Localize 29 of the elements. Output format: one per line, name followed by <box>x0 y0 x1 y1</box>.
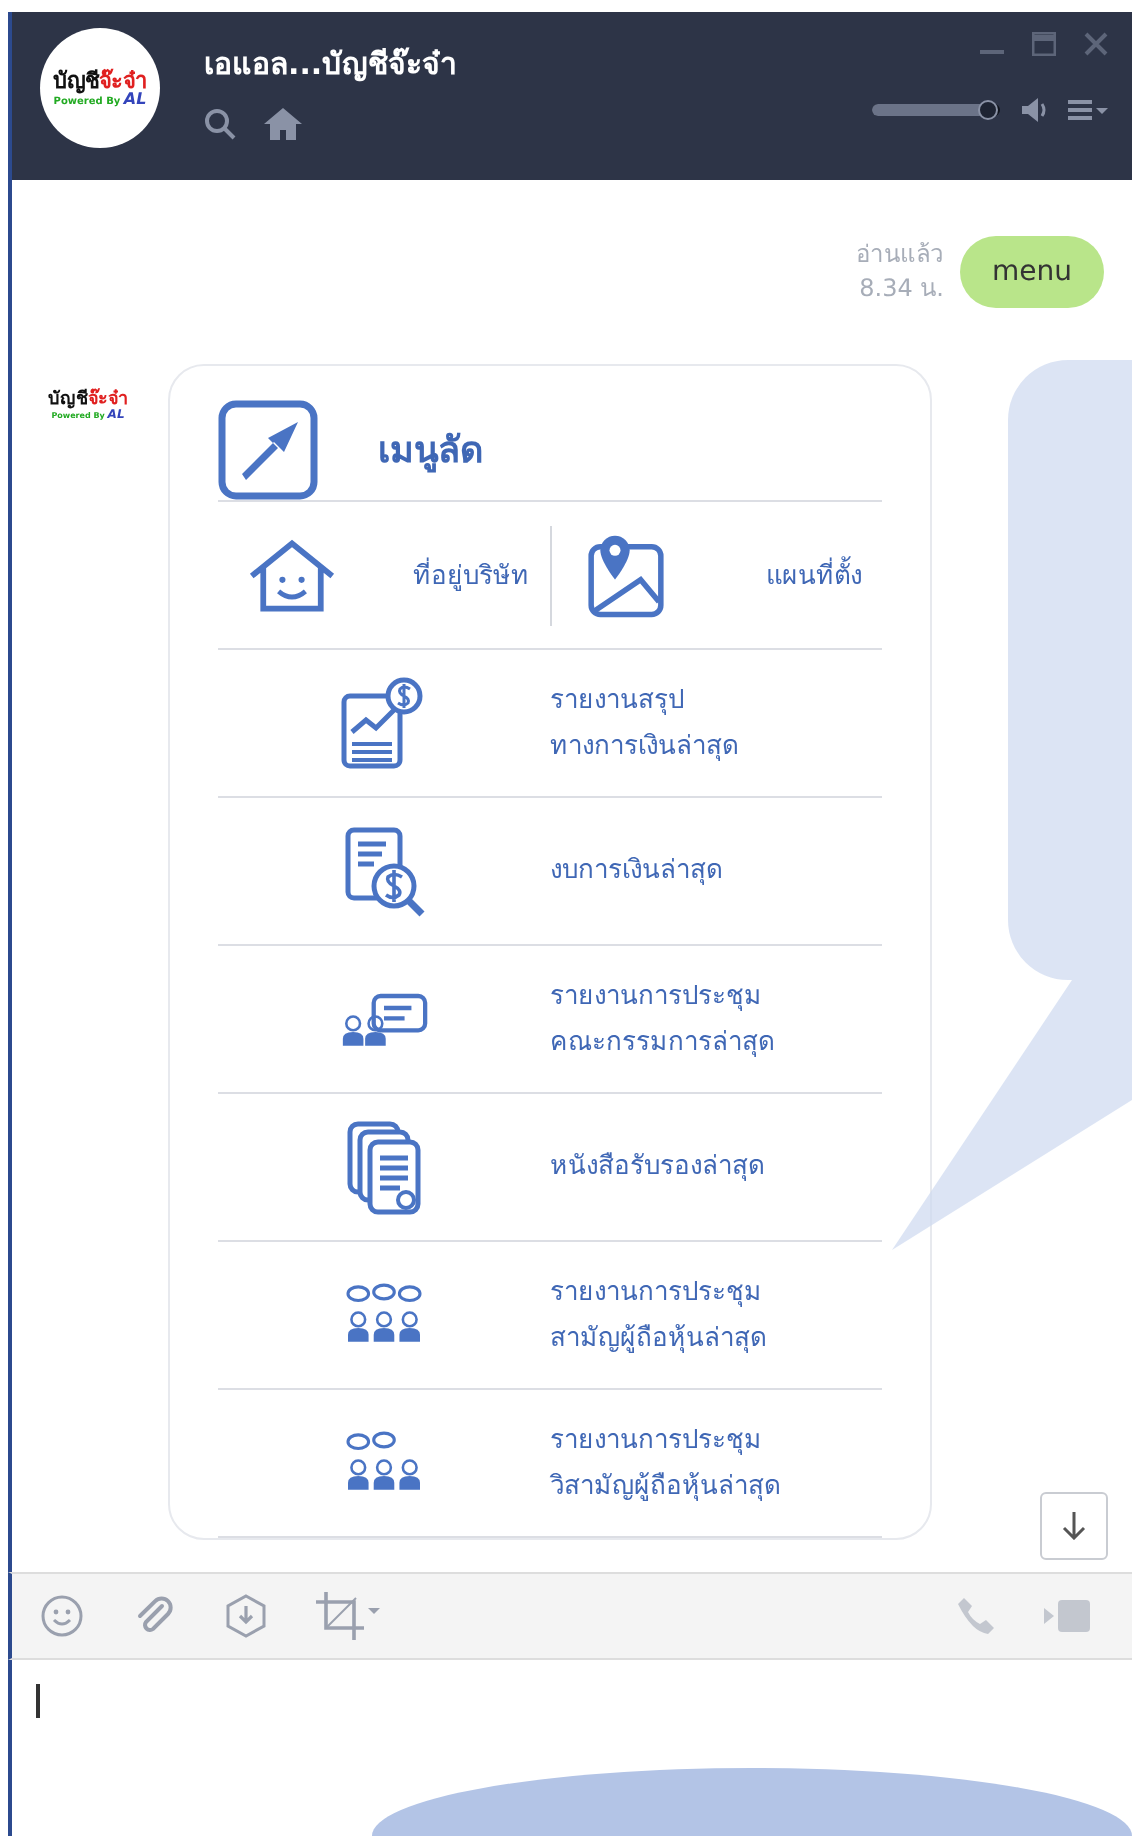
read-status: อ่านแล้ว <box>856 238 944 272</box>
card-title: เมนูลัด <box>378 428 484 477</box>
speaker-icon[interactable] <box>1020 96 1048 124</box>
menu-item[interactable]: งบการเงินล่าสุด <box>218 798 882 946</box>
volume-slider[interactable] <box>872 104 1000 116</box>
menu-item[interactable]: รายงานการประชุม คณะกรรมการล่าสุด <box>218 946 882 1094</box>
menu-icon[interactable] <box>1068 98 1108 122</box>
home-icon[interactable] <box>264 108 302 140</box>
message-bubble: menu <box>960 236 1104 308</box>
paperclip-icon[interactable] <box>132 1594 176 1638</box>
close-icon[interactable] <box>1084 32 1108 56</box>
menu-item[interactable]: รายงานสรุป ทางการเงินล่าสุด <box>218 650 882 798</box>
smiley-icon[interactable] <box>40 1594 84 1638</box>
search-icon[interactable] <box>204 108 236 140</box>
menu-item[interactable]: หนังสือรับรองล่าสุด <box>218 1094 882 1242</box>
menu-item[interactable]: รายงานการประชุม วิสามัญผู้ถือหุ้นล่าสุด <box>218 1390 882 1538</box>
phone-icon[interactable] <box>956 1596 996 1636</box>
download-hexagon-icon[interactable] <box>224 1594 268 1638</box>
menu-item[interactable]: ที่อยู่บริษัท <box>218 502 549 648</box>
crop-icon[interactable] <box>316 1592 384 1640</box>
maximize-icon[interactable] <box>1032 32 1056 56</box>
menu-item[interactable]: แผนที่ตั้ง <box>551 502 882 648</box>
scroll-down-button[interactable] <box>1040 1492 1108 1560</box>
video-icon[interactable] <box>1044 1598 1092 1634</box>
down-arrow-icon <box>1062 1512 1086 1540</box>
message-time: 8.34 น. <box>859 272 944 306</box>
menu-item[interactable]: รายงานการประชุม สามัญผู้ถือหุ้นล่าสุด <box>218 1242 882 1390</box>
window-title: เอแอล...บัญชีจ๊ะจ๋า <box>204 44 457 86</box>
text-cursor <box>36 1684 39 1718</box>
